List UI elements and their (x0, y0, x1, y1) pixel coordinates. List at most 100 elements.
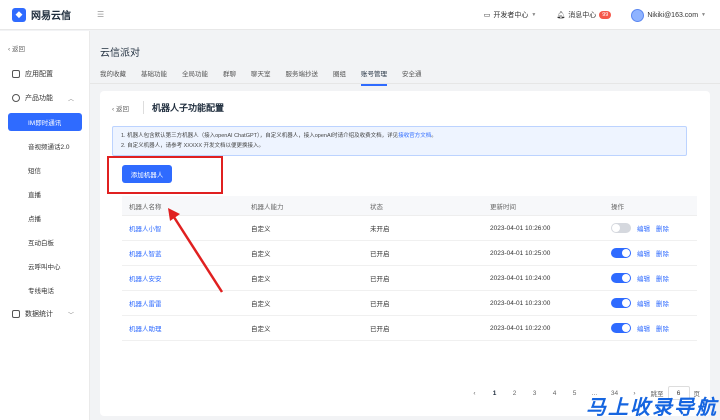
sidebar-item-label: 数据统计 (25, 311, 53, 318)
chevron-down-icon: ▼ (531, 12, 537, 18)
monitor-icon: ▭ (483, 12, 491, 19)
col-ability: 机器人能力 (251, 203, 284, 211)
col-status: 状态 (370, 203, 383, 211)
docs-link[interactable]: 接收官方文档 (398, 133, 431, 139)
edit-link[interactable]: 编辑 (637, 323, 650, 333)
edit-link[interactable]: 编辑 (637, 223, 650, 233)
logo[interactable]: ◆ 网易云信 (12, 7, 71, 22)
robot-update-time: 2023-04-01 10:23:00 (490, 299, 551, 307)
main-content: 云信派对 我的收藏 基础功能 全局功能 群聊 聊天室 服务端抄送 圈组 账号管理… (90, 31, 720, 420)
product-icon (12, 94, 20, 102)
edit-link[interactable]: 编辑 (637, 273, 650, 283)
robot-ability: 自定义 (251, 276, 271, 283)
user-menu[interactable]: Nikiki@163.com ▼ (631, 8, 706, 22)
robot-update-time: 2023-04-01 10:24:00 (490, 274, 551, 282)
sidebar-item-call-center[interactable]: 云呼叫中心 (28, 261, 61, 271)
chevron-up-icon: ︿ (68, 96, 75, 103)
user-email: Nikiki@163.com (647, 11, 699, 19)
sidebar-item-vod[interactable]: 点播 (28, 213, 41, 223)
delete-link[interactable]: 删除 (656, 273, 669, 283)
robot-name-link[interactable]: 机器人安安 (129, 276, 162, 283)
page-number[interactable]: 1 (485, 386, 505, 400)
bell-icon: 🔔︎ (556, 12, 566, 19)
sidebar-back-label: 返回 (11, 46, 25, 53)
page-title: 云信派对 (100, 48, 140, 59)
robot-enable-toggle[interactable] (611, 248, 631, 258)
page-number[interactable]: 4 (545, 386, 565, 400)
page-number[interactable]: 2 (505, 386, 525, 400)
sidebar-item-stats[interactable]: 数据统计 ﹀ (12, 309, 74, 319)
edit-link[interactable]: 编辑 (637, 298, 650, 308)
sidebar-item-im[interactable]: IM即时通讯 (8, 113, 82, 131)
table-row: 机器人智蓝 自定义 已开启 2023-04-01 10:25:00 编辑 删除 (122, 241, 697, 266)
top-bar: ◆ 网易云信 ☰ ▭ 开发者中心 ▼ 🔔︎ 消息中心 99 Nikiki@163… (0, 0, 720, 30)
robot-enable-toggle[interactable] (611, 323, 631, 333)
sidebar-item-rtc[interactable]: 音视频通话2.0 (28, 141, 70, 151)
logo-icon: ◆ (12, 7, 26, 22)
avatar (631, 8, 645, 22)
sidebar-item-whiteboard[interactable]: 互动白板 (28, 237, 54, 247)
message-center[interactable]: 🔔︎ 消息中心 99 (556, 10, 612, 20)
card-back-label: 返回 (115, 105, 129, 113)
robot-update-time: 2023-04-01 10:26:00 (490, 224, 551, 232)
sidebar-item-app-config[interactable]: 应用配置 (12, 69, 53, 79)
page-number[interactable]: 3 (525, 386, 545, 400)
table-row: 机器人安安 自定义 已开启 2023-04-01 10:24:00 编辑 删除 (122, 266, 697, 291)
chevron-down-icon: ▼ (701, 12, 706, 18)
table-header: 机器人名称 机器人能力 状态 更新时间 操作 (122, 196, 697, 216)
robot-enable-toggle[interactable] (611, 223, 631, 233)
edit-link[interactable]: 编辑 (637, 248, 650, 258)
robot-ability: 自定义 (251, 301, 271, 308)
col-actions: 操作 (611, 203, 624, 211)
robot-status: 已开启 (370, 251, 390, 258)
watermark: 马上收录导航 (586, 397, 718, 419)
robot-status: 未开启 (370, 226, 390, 233)
sidebar-item-sms[interactable]: 短信 (28, 165, 41, 175)
card-back-link[interactable]: ‹ 返回 (112, 103, 129, 113)
robot-name-link[interactable]: 机器人智蓝 (129, 251, 162, 258)
robot-status: 已开启 (370, 276, 390, 283)
notice-line-1: 1. 机器人包含默认第三方机器人（接入openAI ChatGPT），自定义机器… (121, 133, 399, 139)
app-settings-icon (12, 70, 20, 78)
col-name: 机器人名称 (129, 203, 162, 211)
delete-link[interactable]: 删除 (656, 248, 669, 258)
sidebar-back-link[interactable]: ‹ 返回 (8, 43, 25, 53)
card-title: 机器人子功能配置 (142, 101, 224, 114)
monitor-icon (12, 310, 20, 318)
delete-link[interactable]: 删除 (656, 223, 669, 233)
delete-link[interactable]: 删除 (656, 323, 669, 333)
message-center-label: 消息中心 (568, 12, 597, 19)
highlight-box (107, 156, 223, 194)
sidebar: ‹ 返回 应用配置 产品功能 ︿ IM即时通讯 音视频通话2.0 短信 直播 点… (0, 31, 90, 420)
sidebar-item-label: 应用配置 (25, 71, 53, 78)
developer-center-label: 开发者中心 (493, 12, 529, 19)
robot-status: 已开启 (370, 326, 390, 333)
table-row: 机器人小智 自定义 未开启 2023-04-01 10:26:00 编辑 删除 (122, 216, 697, 241)
robot-name-link[interactable]: 机器人小智 (129, 226, 162, 233)
prev-page-icon[interactable]: ‹ (465, 386, 485, 400)
info-notice: 1. 机器人包含默认第三方机器人（接入openAI ChatGPT），自定义机器… (112, 126, 687, 156)
menu-collapse-icon[interactable]: ☰ (97, 10, 104, 19)
notice-line-2: 2. 自定义机器人，请参考 XXXXX 开发文档以便更换接入。 (121, 143, 265, 149)
robot-update-time: 2023-04-01 10:25:00 (490, 249, 551, 257)
col-time: 更新时间 (490, 203, 516, 211)
logo-text: 网易云信 (31, 11, 71, 22)
sidebar-item-phone[interactable]: 专线电话 (28, 285, 54, 295)
page-number[interactable]: 5 (565, 386, 585, 400)
developer-center-menu[interactable]: ▭ 开发者中心 ▼ (484, 10, 537, 20)
table-row: 机器人雷雷 自定义 已开启 2023-04-01 10:23:00 编辑 删除 (122, 291, 697, 316)
table-row: 机器人助理 自定义 已开启 2023-04-01 10:22:00 编辑 删除 (122, 316, 697, 341)
robot-ability: 自定义 (251, 251, 271, 258)
message-badge: 99 (599, 11, 612, 19)
robot-config-card: ‹ 返回 机器人子功能配置 1. 机器人包含默认第三方机器人（接入openAI … (100, 91, 710, 416)
delete-link[interactable]: 删除 (656, 298, 669, 308)
robot-enable-toggle[interactable] (611, 298, 631, 308)
robot-name-link[interactable]: 机器人雷雷 (129, 301, 162, 308)
robot-ability: 自定义 (251, 326, 271, 333)
sidebar-item-product[interactable]: 产品功能 ︿ (12, 93, 74, 103)
robot-enable-toggle[interactable] (611, 273, 631, 283)
robot-update-time: 2023-04-01 10:22:00 (490, 324, 551, 332)
sidebar-item-live[interactable]: 直播 (28, 189, 41, 199)
robot-name-link[interactable]: 机器人助理 (129, 326, 162, 333)
chevron-down-icon: ﹀ (68, 312, 75, 319)
